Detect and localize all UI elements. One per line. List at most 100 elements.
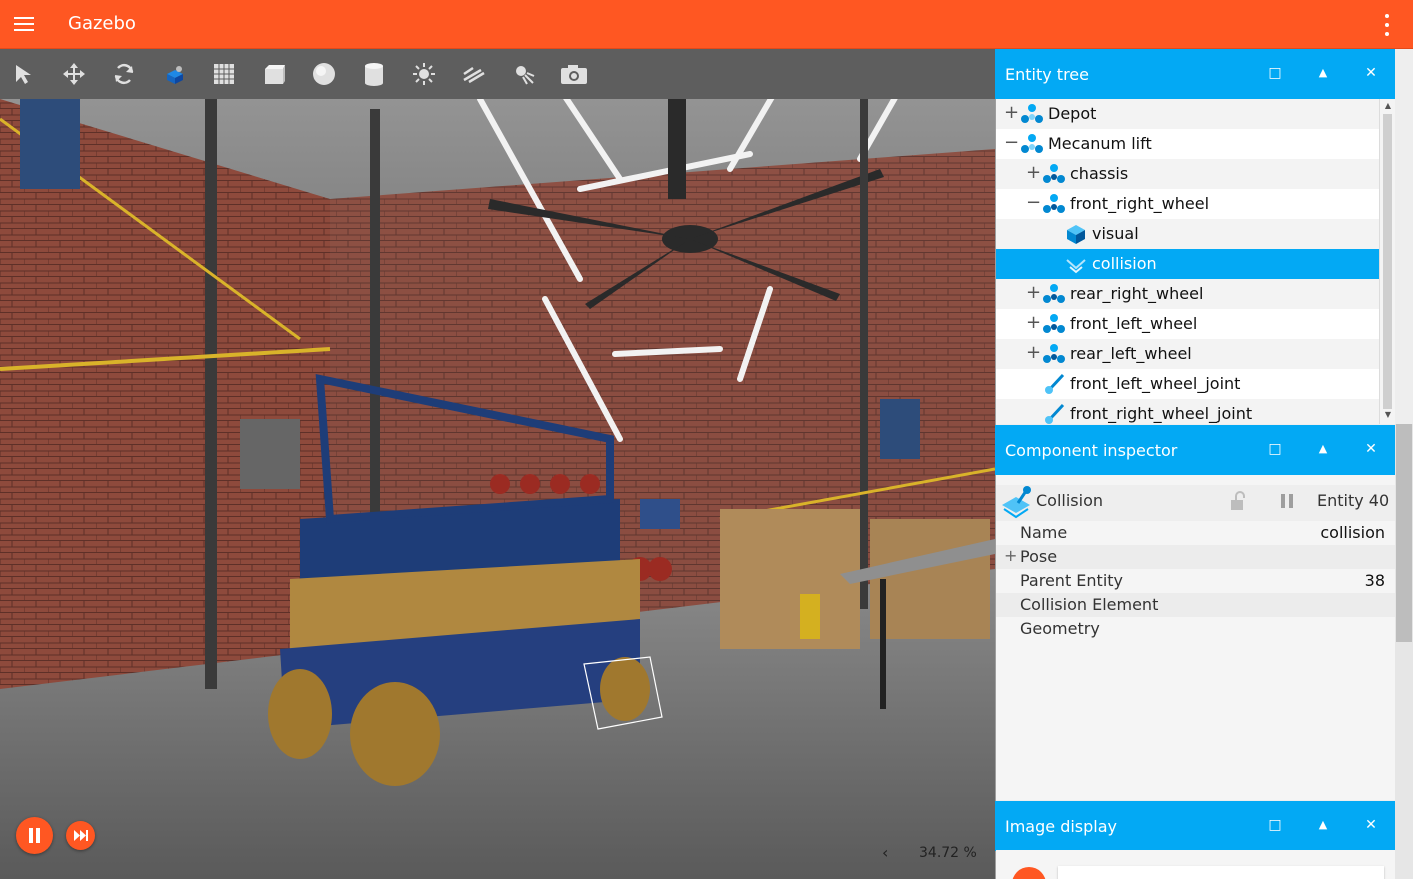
tree-row-mecanum-lift[interactable]: − Mecanum lift <box>996 129 1379 159</box>
hamburger-menu-icon[interactable] <box>14 16 34 32</box>
link-icon <box>1043 164 1065 183</box>
collapse-panel-button[interactable]: ▲ <box>1314 440 1332 458</box>
expand-icon[interactable]: + <box>1004 103 1019 123</box>
close-panel-button[interactable]: ✕ <box>1362 816 1380 834</box>
link-icon <box>1043 314 1065 333</box>
tree-row-front-left-wheel[interactable]: + front_left_wheel <box>996 309 1379 339</box>
dock-scrollbar[interactable] <box>1395 424 1413 879</box>
entity-tree: + Depot − Mecanum lift + chassis − front… <box>996 99 1379 424</box>
gazebo-window: Gazebo ‹ 34.72 % Entity tree □ ▲ ✕ + Dep… <box>0 0 1413 879</box>
sun-icon[interactable] <box>407 57 441 91</box>
real-time-factor: 34.72 % <box>919 845 977 861</box>
inspector-key: Parent Entity <box>1020 571 1124 590</box>
expand-icon[interactable]: + <box>1026 163 1041 183</box>
expand-icon[interactable]: + <box>1026 283 1041 303</box>
tree-row-label: chassis <box>1070 164 1129 183</box>
component-inspector-title: Component inspector <box>1005 441 1178 460</box>
tree-row-label: Depot <box>1048 104 1097 123</box>
tree-row-collision[interactable]: collision <box>996 249 1379 279</box>
image-display-body <box>996 850 1395 879</box>
entity-tree-title: Entity tree <box>1005 65 1089 84</box>
inspector-key: Pose <box>1020 547 1058 566</box>
inspector-key: Geometry <box>1020 619 1100 638</box>
entity-tree-header: Entity tree □ ▲ ✕ <box>995 49 1395 99</box>
tree-row-rear-right-wheel[interactable]: + rear_right_wheel <box>996 279 1379 309</box>
model-icon <box>1021 104 1043 123</box>
inspector-value: collision <box>1320 523 1385 542</box>
sphere-icon[interactable] <box>307 57 341 91</box>
tree-row-label: front_right_wheel_joint <box>1070 404 1253 423</box>
refresh-button[interactable] <box>1012 867 1046 879</box>
rotate-icon[interactable] <box>107 57 141 91</box>
collapse-icon[interactable]: − <box>1004 133 1019 153</box>
tree-row-label: visual <box>1092 224 1139 243</box>
rtf-expand-chevron[interactable]: ‹ <box>882 843 888 862</box>
inspector-row-collision-element: Collision Element <box>996 593 1395 617</box>
tree-row-label: Mecanum lift <box>1048 134 1152 153</box>
box-icon[interactable] <box>257 57 291 91</box>
entity-tree-scrollbar[interactable]: ▲ ▼ <box>1379 99 1395 424</box>
close-panel-button[interactable]: ✕ <box>1362 440 1380 458</box>
inspector-key: Collision Element <box>1020 595 1159 614</box>
component-inspector-header: Component inspector □ ▲ ✕ <box>995 425 1395 475</box>
scroll-down-arrow-icon[interactable]: ▼ <box>1383 410 1393 419</box>
link-icon <box>1043 344 1065 363</box>
scene-toolbar <box>0 49 995 99</box>
component-inspector: Collision Entity 40 Name collision + Pos… <box>996 475 1395 800</box>
translate-icon[interactable] <box>57 57 91 91</box>
float-panel-button[interactable]: □ <box>1266 440 1284 458</box>
tree-row-label: front_left_wheel <box>1070 314 1198 333</box>
collapse-panel-button[interactable]: ▲ <box>1314 64 1332 82</box>
expand-icon[interactable]: + <box>1026 343 1041 363</box>
pause-button[interactable] <box>16 817 53 854</box>
app-title: Gazebo <box>68 13 136 34</box>
image-display-title: Image display <box>1005 817 1118 836</box>
close-panel-button[interactable]: ✕ <box>1362 64 1380 82</box>
tree-row-front-right-wheel[interactable]: − front_right_wheel <box>996 189 1379 219</box>
grid-icon[interactable] <box>207 57 241 91</box>
transform-control-icon[interactable] <box>157 57 191 91</box>
scene-3d-viewport[interactable] <box>0 49 995 879</box>
inspector-entity-type: Collision <box>1036 491 1104 510</box>
tree-row-label: collision <box>1092 254 1157 273</box>
inspector-row-pose[interactable]: + Pose <box>996 545 1395 569</box>
scrollbar-thumb[interactable] <box>1383 114 1392 409</box>
float-panel-button[interactable]: □ <box>1266 816 1284 834</box>
expand-icon[interactable]: + <box>1026 313 1041 333</box>
joint-icon <box>1045 373 1065 394</box>
collision-icon <box>1002 486 1031 519</box>
title-bar: Gazebo <box>0 0 1413 49</box>
point-light-icon[interactable] <box>507 57 541 91</box>
select-icon[interactable] <box>7 57 41 91</box>
inspector-row-geometry: Geometry <box>996 617 1395 641</box>
tree-row-label: rear_left_wheel <box>1070 344 1192 363</box>
scrollbar-thumb[interactable] <box>1396 424 1412 642</box>
kebab-menu-icon[interactable] <box>1383 14 1391 36</box>
tree-row-front-right-wheel-joint[interactable]: front_right_wheel_joint <box>996 399 1379 424</box>
visual-icon <box>1067 225 1085 244</box>
collapse-panel-button[interactable]: ▲ <box>1314 816 1332 834</box>
tree-row-label: front_right_wheel <box>1070 194 1210 213</box>
tree-row-visual[interactable]: visual <box>996 219 1379 249</box>
expand-icon[interactable]: + <box>1004 546 1017 565</box>
lock-icon[interactable] <box>1230 491 1246 511</box>
inspector-row-parent-entity: Parent Entity 38 <box>996 569 1395 593</box>
pause-updates-icon[interactable] <box>1280 493 1294 509</box>
image-display-header: Image display □ ▲ ✕ <box>995 801 1395 851</box>
tree-row-rear-left-wheel[interactable]: + rear_left_wheel <box>996 339 1379 369</box>
inspector-entity-header: Collision Entity 40 <box>996 485 1395 521</box>
link-icon <box>1043 284 1065 303</box>
scroll-up-arrow-icon[interactable]: ▲ <box>1383 101 1393 110</box>
tree-row-depot[interactable]: + Depot <box>996 99 1379 129</box>
tree-row-front-left-wheel-joint[interactable]: front_left_wheel_joint <box>996 369 1379 399</box>
inspector-key: Name <box>1020 523 1068 542</box>
float-panel-button[interactable]: □ <box>1266 64 1284 82</box>
camera-icon[interactable] <box>557 57 591 91</box>
directional-light-icon[interactable] <box>457 57 491 91</box>
tree-row-chassis[interactable]: + chassis <box>996 159 1379 189</box>
cylinder-icon[interactable] <box>357 57 391 91</box>
link-icon <box>1043 194 1065 213</box>
collapse-icon[interactable]: − <box>1026 193 1041 213</box>
step-forward-button[interactable] <box>66 821 95 850</box>
topic-selector[interactable] <box>1058 866 1384 879</box>
